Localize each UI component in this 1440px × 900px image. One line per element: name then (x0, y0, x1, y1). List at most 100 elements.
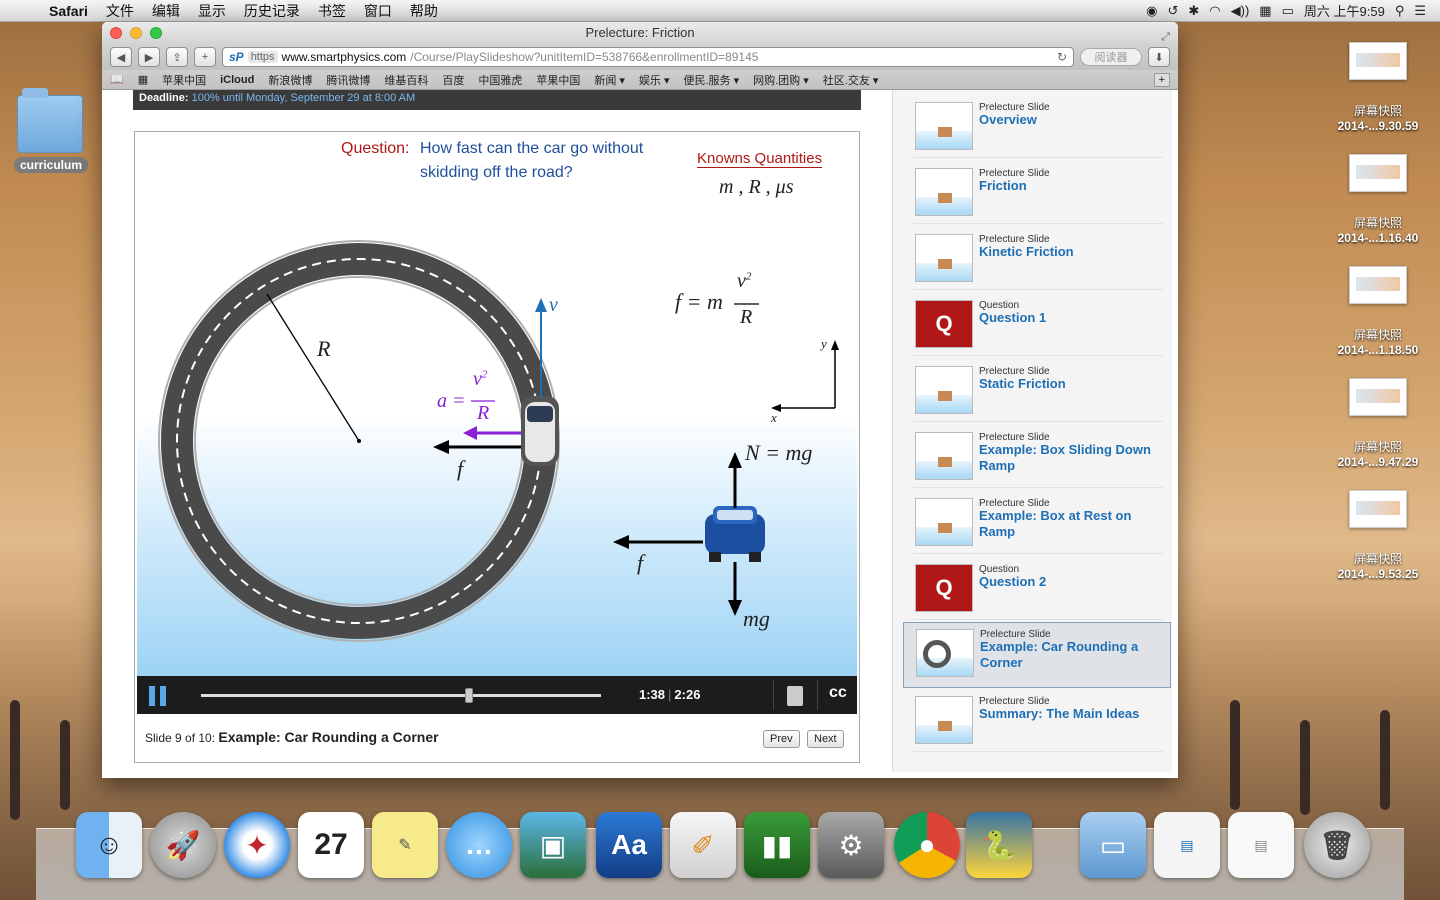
bookmark-item[interactable]: 百度 (442, 72, 464, 88)
slide-list-item[interactable]: Q Question Question 2 (913, 558, 1163, 620)
slide-list-item-active[interactable]: Prelecture Slide Example: Car Rounding a… (903, 622, 1171, 688)
seek-handle[interactable] (465, 688, 473, 703)
menu-history[interactable]: 历史记录 (235, 1, 309, 21)
desktop-screenshot-file[interactable]: 屏幕快照 2014-...1.18.50 (1320, 266, 1436, 378)
bluetooth-icon[interactable]: ✱ (1188, 3, 1199, 19)
menu-help[interactable]: 帮助 (401, 1, 447, 21)
bookmark-folder[interactable]: 网购.团购 ▾ (753, 72, 809, 88)
slide-list-item[interactable]: Prelecture Slide Friction (913, 162, 1163, 224)
slide-diagram (158, 240, 839, 642)
menu-edit[interactable]: 编辑 (143, 1, 189, 21)
bookmark-item[interactable]: iCloud (220, 74, 254, 86)
new-tab-button[interactable]: + (194, 47, 216, 67)
slide-list-item[interactable]: Prelecture Slide Summary: The Main Ideas (913, 690, 1163, 752)
spotlight-search-icon[interactable]: ⚲ (1395, 3, 1405, 19)
desktop-screenshot-file[interactable]: 屏幕快照 2014-...9.30.59 (1320, 42, 1436, 154)
fullscreen-icon[interactable]: ⤢ (1161, 26, 1170, 48)
next-button[interactable]: Next (807, 730, 844, 748)
python-icon[interactable]: 🐍 (966, 812, 1032, 878)
slide-list-item[interactable]: Prelecture Slide Overview (913, 96, 1163, 158)
desktop-folder[interactable]: curriculum (14, 88, 89, 173)
close-window-button[interactable] (110, 27, 122, 39)
site-favicon-icon: sP (229, 50, 244, 64)
closed-captions-icon[interactable]: cc (829, 684, 847, 702)
menu-clock[interactable]: 周六 上午9:59 (1304, 1, 1385, 20)
minimize-window-button[interactable] (130, 27, 142, 39)
messages-icon[interactable]: … (446, 812, 512, 878)
menu-view[interactable]: 显示 (189, 1, 235, 21)
launchpad-icon[interactable]: 🚀 (150, 812, 216, 878)
slide-list-item[interactable]: Q Question Question 1 (913, 294, 1163, 356)
transcript-icon[interactable] (787, 686, 803, 706)
menu-app-name[interactable]: Safari (40, 3, 97, 19)
desktop-screenshot-file[interactable]: 屏幕快照 2014-...9.53.25 (1320, 490, 1436, 602)
slide-list-item[interactable]: Prelecture Slide Example: Box Sliding Do… (913, 426, 1163, 488)
calendar-icon[interactable]: 27 (298, 812, 364, 878)
bookmark-item[interactable]: 腾讯微博 (326, 72, 370, 88)
menu-window[interactable]: 窗口 (355, 1, 401, 21)
pause-icon[interactable] (149, 686, 167, 706)
zoom-window-button[interactable] (150, 27, 162, 39)
file-name-line2: 2014-...9.53.25 (1337, 567, 1419, 581)
forward-button[interactable]: ▶ (138, 47, 160, 67)
bookmark-item[interactable]: 中国雅虎 (478, 72, 522, 88)
top-sites-icon[interactable]: ▦ (138, 73, 148, 86)
prev-button[interactable]: Prev (763, 730, 800, 748)
menu-file[interactable]: 文件 (97, 1, 143, 21)
slide-list-item-title: Overview (979, 112, 1037, 127)
wifi-icon[interactable]: ◠ (1209, 3, 1220, 19)
file-name-line2: 2014-...9.47.29 (1337, 455, 1419, 469)
time-machine-icon[interactable]: ↺ (1167, 3, 1178, 19)
seek-bar[interactable] (201, 688, 601, 703)
document-preview-icon[interactable]: ▤ (1154, 812, 1220, 878)
reader-button[interactable]: 阅读器 (1080, 48, 1142, 66)
notification-center-icon[interactable]: ☰ (1414, 3, 1426, 19)
safari-icon[interactable]: ✦ (224, 812, 290, 878)
downloads-button[interactable]: ⬇ (1148, 47, 1170, 67)
share-button[interactable]: ⇪ (166, 47, 188, 67)
battery-icon[interactable]: ▭ (1282, 3, 1294, 19)
player-controls: 1:38 | 2:26 cc (137, 676, 857, 714)
dictionary-icon[interactable]: Aa (596, 812, 662, 878)
bookmark-item[interactable]: 维基百科 (384, 72, 428, 88)
iphoto-icon[interactable]: ▣ (520, 812, 586, 878)
slide-list-item[interactable]: Prelecture Slide Example: Box at Rest on… (913, 492, 1163, 554)
system-preferences-icon[interactable]: ⚙ (818, 812, 884, 878)
back-button[interactable]: ◀ (110, 47, 132, 67)
slide-list-item[interactable]: Prelecture Slide Static Friction (913, 360, 1163, 422)
pages-icon[interactable]: ✐ (670, 812, 736, 878)
desktop-screenshot-file[interactable]: 屏幕快照 2014-...1.16.40 (1320, 154, 1436, 266)
volume-icon[interactable]: ◀)) (1231, 3, 1250, 19)
bookmark-item[interactable]: 新浪微博 (268, 72, 312, 88)
spy-icon[interactable]: ◉ (1146, 3, 1157, 19)
bookmark-folder[interactable]: 社区.交友 ▾ (823, 72, 879, 88)
bookmark-folder[interactable]: 新闻 ▾ (594, 72, 625, 88)
controls-divider (817, 680, 818, 710)
bookmark-item[interactable]: 苹果中国 (162, 72, 206, 88)
finder-icon[interactable]: ☺ (76, 812, 142, 878)
documents-folder-icon[interactable]: ▭ (1080, 812, 1146, 878)
reading-list-icon[interactable]: 📖 (110, 73, 124, 86)
chrome-icon[interactable]: ● (894, 812, 960, 878)
bookmark-item[interactable]: 苹果中国 (536, 72, 580, 88)
bookmark-folder[interactable]: 便民.服务 ▾ (683, 72, 739, 88)
slide-list-item-title: Friction (979, 178, 1027, 193)
window-titlebar[interactable]: Prelecture: Friction ⤢ (102, 22, 1178, 44)
bookmark-folder[interactable]: 娱乐 ▾ (639, 72, 670, 88)
slide-list-item-title: Example: Car Rounding a Corner (980, 639, 1139, 670)
safari-window: Prelecture: Friction ⤢ ◀ ▶ ⇪ + sP https … (102, 22, 1178, 778)
address-bar[interactable]: sP https www.smartphysics.com/Course/Pla… (222, 47, 1074, 67)
file-name-line1: 屏幕快照 (1353, 552, 1402, 566)
desktop-screenshot-file[interactable]: 屏幕快照 2014-...9.47.29 (1320, 378, 1436, 490)
numbers-icon[interactable]: ▮▮ (744, 812, 810, 878)
add-tab-icon[interactable]: + (1153, 72, 1170, 87)
label-f-front: f (637, 550, 644, 575)
stickies-icon[interactable]: ✎ (372, 812, 438, 878)
reload-icon[interactable]: ↻ (1057, 50, 1067, 64)
input-method-icon[interactable]: ▦ (1259, 3, 1271, 19)
menu-bookmarks[interactable]: 书签 (309, 1, 355, 21)
trash-icon[interactable]: 🗑 (1304, 812, 1370, 878)
document-preview-icon[interactable]: ▤ (1228, 812, 1294, 878)
slide-list-item[interactable]: Prelecture Slide Kinetic Friction (913, 228, 1163, 290)
folder-icon (17, 88, 83, 153)
